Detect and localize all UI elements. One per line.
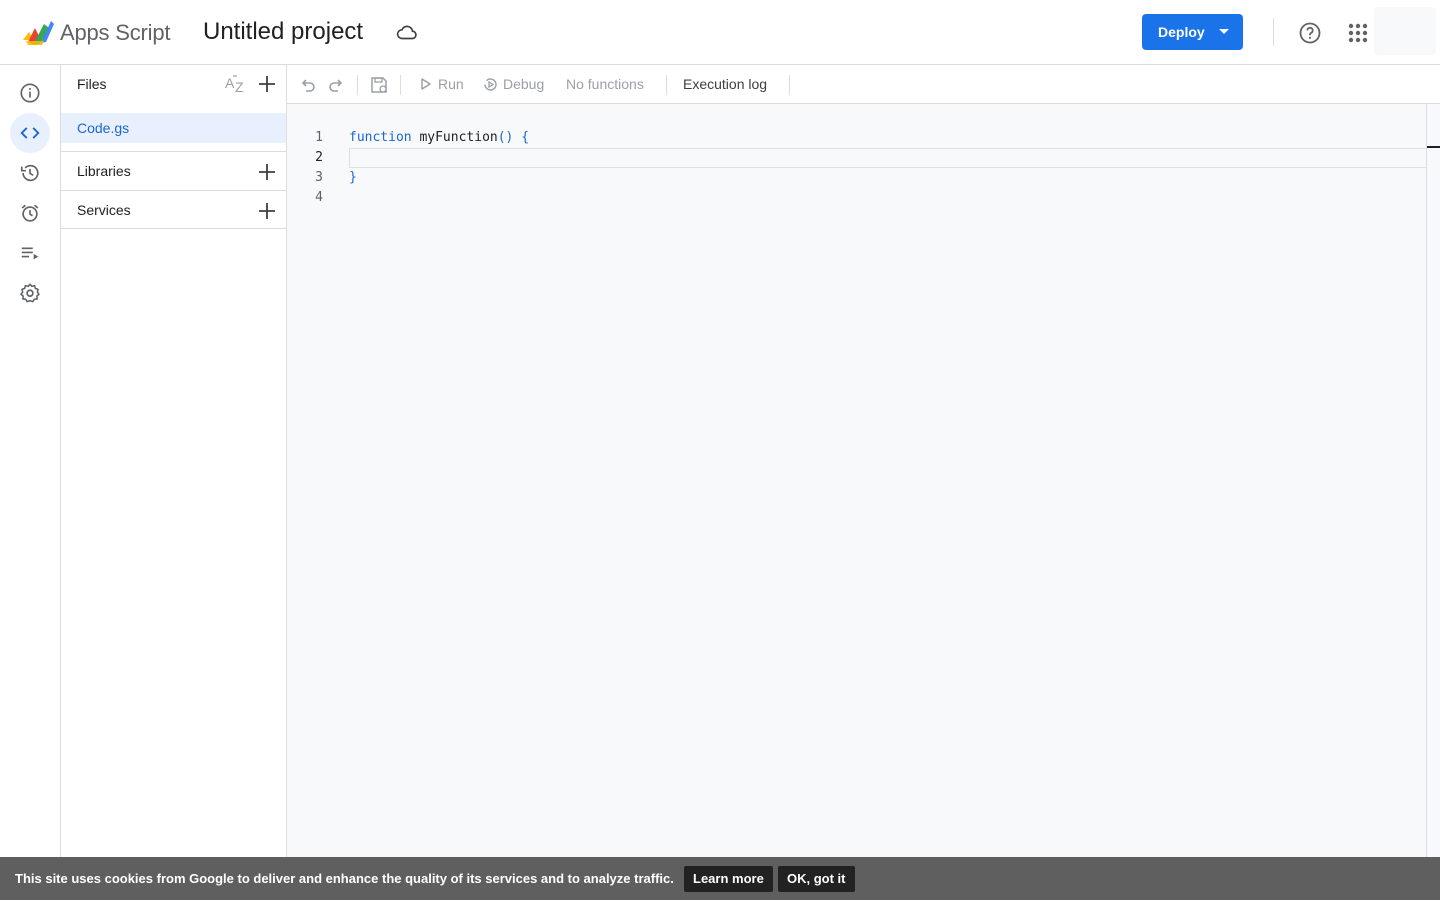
line-number: 2 [315,150,323,165]
cookie-message: This site uses cookies from Google to de… [15,871,674,886]
account-avatar[interactable] [1374,7,1436,55]
file-name: Code.gs [77,120,130,136]
code-punctuation: () { [497,130,530,145]
rail-settings[interactable] [10,273,50,313]
code-text: } [349,168,357,188]
rail-executions[interactable] [10,233,50,273]
navigation-rail [0,65,61,857]
function-select[interactable]: No functions [566,76,644,92]
debug-icon [484,78,497,91]
code-line[interactable]: 4 [287,188,1426,208]
toolbar-divider [789,75,790,95]
help-icon[interactable] [1298,21,1322,45]
header-divider [1273,18,1274,46]
play-icon [421,78,431,90]
executions-icon [21,247,39,260]
undo-icon[interactable] [298,75,318,95]
rail-triggers[interactable] [10,193,50,233]
rail-overview[interactable] [10,73,50,113]
line-number: 1 [315,130,323,145]
rail-editor[interactable] [10,113,50,153]
toolbar-divider [666,75,667,95]
add-file-icon[interactable] [257,74,277,94]
svg-text:Z: Z [235,79,244,95]
files-title: Files [77,76,107,92]
editor-overview-ruler[interactable] [1426,104,1440,857]
run-button[interactable]: Run [438,76,464,92]
apps-script-logo [23,21,54,45]
deploy-button[interactable]: Deploy [1142,14,1243,50]
libraries-section[interactable]: Libraries [61,151,286,190]
services-label: Services [77,202,131,218]
execution-log-button[interactable]: Execution log [683,76,767,92]
alarm-icon [21,204,39,222]
top-header: Apps Script Untitled project Deploy [0,0,1440,65]
debug-button[interactable]: Debug [503,76,544,92]
save-icon[interactable] [369,75,389,95]
add-library-icon[interactable] [257,162,277,182]
code-function-name: myFunction [411,130,498,145]
libraries-label: Libraries [77,163,131,179]
line-number: 4 [315,190,323,205]
cloud-saved-icon [396,25,417,40]
cursor-position-marker [1427,146,1440,148]
ok-got-it-button[interactable]: OK, got it [778,866,855,892]
chevron-down-icon[interactable] [1219,29,1229,34]
file-item-code-gs[interactable]: Code.gs [61,113,286,143]
learn-more-button[interactable]: Learn more [684,866,773,892]
code-punctuation: } [349,170,357,185]
code-line[interactable]: 2 [287,148,1426,168]
cookie-banner: This site uses cookies from Google to de… [0,857,1440,900]
svg-text:A: A [225,75,235,91]
code-editor[interactable]: 1 function myFunction() { 2 3 } 4 [287,104,1426,857]
code-line[interactable]: 3 } [287,168,1426,188]
files-panel: Files A Z Code.gs Libraries Services [61,65,287,857]
app-name[interactable]: Apps Script [60,20,170,46]
google-apps-icon[interactable] [1347,22,1369,44]
code-text: function myFunction() { [349,128,529,148]
deploy-label: Deploy [1158,24,1205,40]
sort-az-icon[interactable]: A Z [224,73,246,95]
code-line[interactable]: 1 function myFunction() { [287,128,1426,148]
history-icon [20,164,39,182]
code-keyword: function [349,130,412,145]
toolbar-divider [400,75,401,95]
editor-toolbar: Run Debug No functions Execution log [287,65,1440,104]
line-number: 3 [315,170,323,185]
toolbar-divider [357,75,358,95]
code-icon [20,127,40,139]
services-section[interactable]: Services [61,190,286,229]
redo-icon[interactable] [326,75,346,95]
rail-history[interactable] [10,153,50,193]
info-icon [20,83,40,103]
project-title[interactable]: Untitled project [203,18,363,46]
files-header: Files A Z [61,65,286,103]
settings-icon [20,283,40,303]
add-service-icon[interactable] [257,201,277,221]
